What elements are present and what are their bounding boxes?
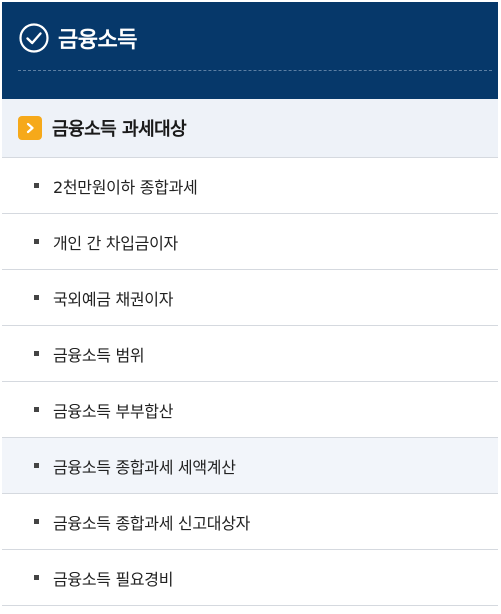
bullet-icon bbox=[34, 183, 39, 188]
menu-item-label: 개인 간 차입금이자 bbox=[53, 233, 178, 253]
submenu-list: 2천만원이하 종합과세 개인 간 차입금이자 국외예금 채권이자 금융소득 범위… bbox=[2, 158, 498, 606]
menu-item-label: 2천만원이하 종합과세 bbox=[53, 177, 198, 197]
header-title-row: 금융소득 bbox=[18, 22, 137, 54]
chevron-right-icon bbox=[18, 116, 42, 140]
menu-item-label: 금융소득 범위 bbox=[53, 345, 145, 365]
section-header[interactable]: 금융소득 과세대상 bbox=[2, 99, 498, 158]
menu-header: 금융소득 bbox=[2, 2, 498, 99]
menu-item-foreign-deposit-interest[interactable]: 국외예금 채권이자 bbox=[2, 270, 498, 326]
menu-item-label: 국외예금 채권이자 bbox=[53, 289, 174, 309]
bullet-icon bbox=[34, 407, 39, 412]
section-label: 금융소득 과세대상 bbox=[52, 119, 187, 140]
page-title: 금융소득 bbox=[58, 28, 137, 53]
bullet-icon bbox=[34, 463, 39, 468]
check-circle-icon bbox=[19, 23, 49, 53]
menu-item-tax-calculation[interactable]: 금융소득 종합과세 세액계산 bbox=[2, 438, 498, 494]
menu-item-income-scope[interactable]: 금융소득 범위 bbox=[2, 326, 498, 382]
bullet-icon bbox=[34, 575, 39, 580]
menu-item-personal-loan-interest[interactable]: 개인 간 차입금이자 bbox=[2, 214, 498, 270]
menu-item-filing-target[interactable]: 금융소득 종합과세 신고대상자 bbox=[2, 494, 498, 550]
menu-item-label: 금융소득 필요경비 bbox=[53, 569, 174, 589]
menu-item-2000man-under[interactable]: 2천만원이하 종합과세 bbox=[2, 158, 498, 214]
bullet-icon bbox=[34, 239, 39, 244]
menu-item-label: 금융소득 종합과세 신고대상자 bbox=[53, 513, 251, 533]
menu-item-necessary-expenses[interactable]: 금융소득 필요경비 bbox=[2, 550, 498, 606]
menu-item-label: 금융소득 종합과세 세액계산 bbox=[53, 457, 236, 477]
menu-item-couple-sum[interactable]: 금융소득 부부합산 bbox=[2, 382, 498, 438]
menu-item-label: 금융소득 부부합산 bbox=[53, 401, 174, 421]
bullet-icon bbox=[34, 519, 39, 524]
header-divider bbox=[18, 70, 492, 71]
bullet-icon bbox=[34, 351, 39, 356]
bullet-icon bbox=[34, 295, 39, 300]
side-menu-panel: 금융소득 금융소득 과세대상 2천만원이하 종합과세 개인 간 차입금이자 국외… bbox=[2, 2, 498, 612]
